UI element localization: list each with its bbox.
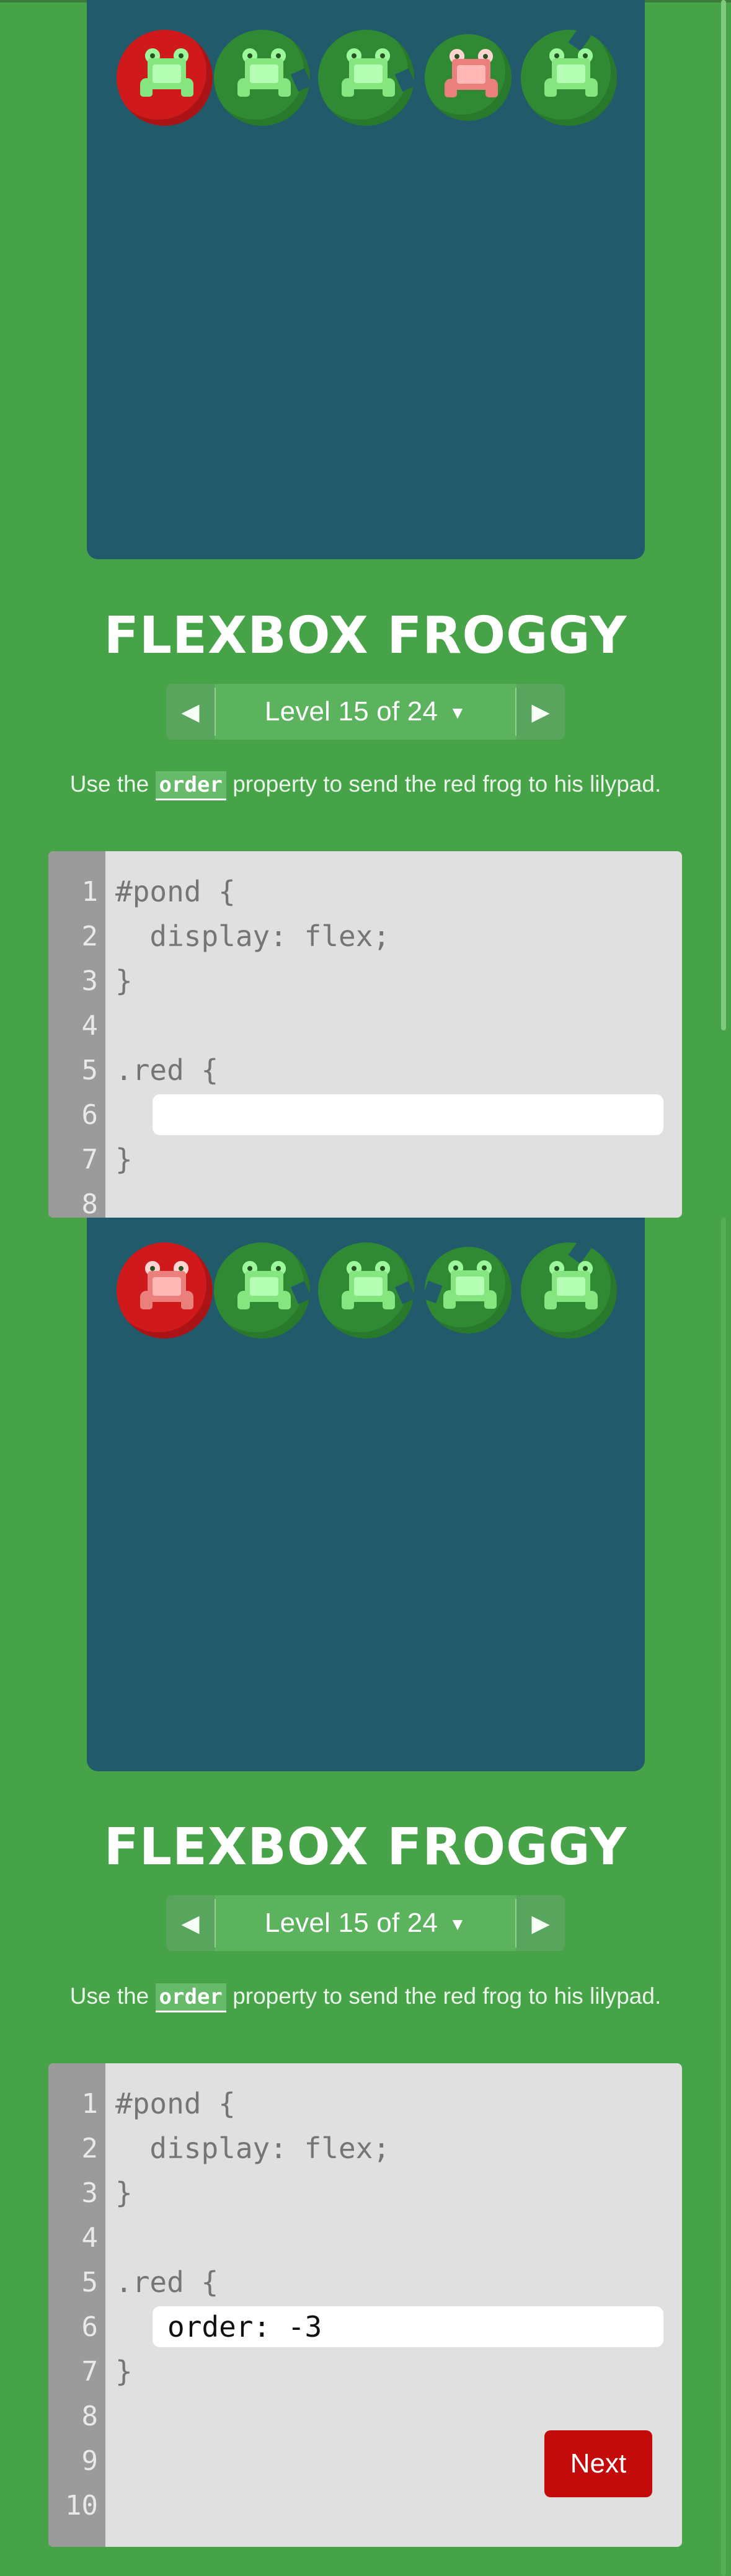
line-number: 3 [81,965,99,997]
level-navigator: ◀ Level 15 of 24 ▼ ▶ [166,684,565,740]
css-input[interactable] [153,2306,663,2347]
line-number: 7 [81,1144,99,1175]
instruction-prefix: Use the [69,771,156,797]
frog-red [445,49,498,105]
next-button[interactable]: Next [544,2430,652,2497]
lilypad-green [318,1242,417,1339]
line-number: 1 [81,876,99,908]
code-line: } [115,2176,133,2210]
previous-level-button[interactable]: ◀ [166,1895,215,1951]
pond [87,0,645,559]
css-editor: 1 2 3 4 5 6 7 8 #pond { display: flex; }… [48,851,682,1218]
frog-green [237,48,291,104]
next-level-button[interactable]: ▶ [516,1895,565,1951]
line-number: 8 [81,1188,99,1218]
frog-green [140,48,193,104]
css-input[interactable] [153,1094,663,1135]
inline-code-order: order [155,771,226,800]
css-editor: 1 2 3 4 5 6 7 8 9 10 #pond { display: fl… [48,2063,682,2547]
line-number: 2 [81,921,99,952]
line-number: 8 [81,2401,99,2432]
triangle-right-icon: ▶ [531,699,550,725]
frog-green [237,1261,291,1317]
level-dropdown[interactable]: Level 15 of 24 ▼ [216,684,515,740]
level-label: Level 15 of 24 [264,696,438,727]
chevron-down-icon: ▼ [449,703,467,722]
instruction-suffix: property to send the red frog to his lil… [233,1983,662,2009]
line-number: 10 [65,2490,98,2521]
code-line: } [115,2355,133,2388]
pond [87,1218,645,1771]
lilypad-red [117,1242,213,1339]
line-number: 4 [81,2222,99,2254]
lilypad-green [425,34,512,121]
page-title: FLEXBOX FROGGY [104,606,627,665]
line-number: 5 [81,2267,99,2298]
line-number: 5 [81,1055,99,1086]
code-line: .red { [115,1053,219,1087]
frog-red [140,1261,193,1317]
frog-green [443,1260,497,1316]
line-number: 9 [81,2445,99,2477]
chevron-down-icon: ▼ [449,1914,467,1934]
lilypad-green [214,30,312,126]
code-line: } [115,1143,133,1176]
code-line: .red { [115,2265,219,2299]
game-section-2: FLEXBOX FROGGY ◀ Level 15 of 24 ▼ ▶ Use … [0,1218,731,2576]
frog-green [342,1261,395,1317]
frog-green [544,48,598,104]
instruction-prefix: Use the [69,1983,156,2009]
lilypad-green [318,30,417,126]
lilypad-green [422,1247,512,1334]
code-line: display: flex; [115,2131,391,2165]
line-number: 7 [81,2356,99,2388]
game-section-1: FLEXBOX FROGGY ◀ Level 15 of 24 ▼ ▶ Use … [0,0,731,1218]
instruction-text: Use the order property to send the red f… [0,771,731,800]
code-line: } [115,964,133,998]
level-dropdown[interactable]: Level 15 of 24 ▼ [216,1895,515,1951]
scrollbar-thumb[interactable] [721,0,726,1030]
lilypad-red [117,30,213,126]
scrollbar-thumb[interactable] [721,1218,726,2576]
line-number: 6 [81,2311,99,2343]
code-line: display: flex; [115,919,391,953]
instruction-suffix: property to send the red frog to his lil… [233,771,662,797]
instruction-text: Use the order property to send the red f… [0,1983,731,2012]
line-number: 4 [81,1010,99,1042]
code-line: #pond { [115,875,236,908]
line-number: 2 [81,2133,99,2164]
previous-level-button[interactable]: ◀ [166,684,215,740]
line-number: 3 [81,2177,99,2209]
level-navigator: ◀ Level 15 of 24 ▼ ▶ [166,1895,565,1951]
lilypad-green [521,27,617,126]
triangle-right-icon: ▶ [531,1910,550,1937]
triangle-left-icon: ◀ [181,699,200,725]
code-line: #pond { [115,2087,236,2120]
page-title: FLEXBOX FROGGY [104,1818,627,1877]
level-label: Level 15 of 24 [264,1908,438,1938]
triangle-left-icon: ◀ [181,1910,200,1937]
lilypad-green [521,1239,617,1339]
frog-green [342,48,395,104]
next-level-button[interactable]: ▶ [516,684,565,740]
frog-green [544,1261,598,1317]
line-number: 6 [81,1099,99,1131]
lilypad-green [214,1242,312,1339]
inline-code-order: order [155,1983,226,2012]
line-number: 1 [81,2088,99,2120]
